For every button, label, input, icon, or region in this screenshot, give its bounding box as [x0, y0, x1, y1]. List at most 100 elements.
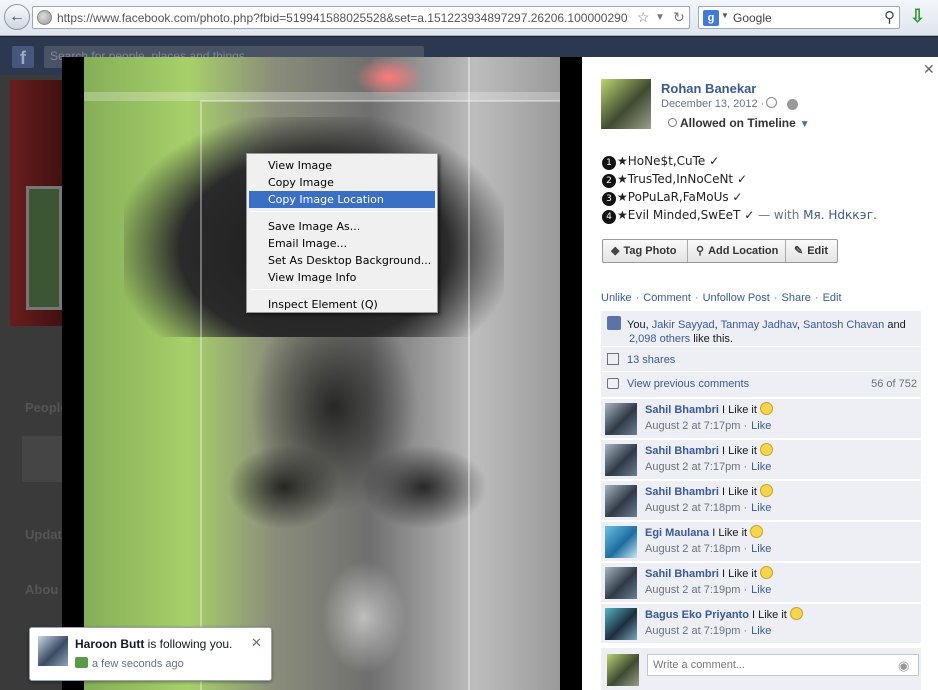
comment-item: Egi Maulana I Like it August 2 at 7:18pm… [601, 521, 921, 561]
search-bar[interactable]: g ▼ Google ⚲ [698, 6, 900, 29]
menu-item-copy-image[interactable]: Copy Image [249, 174, 435, 191]
unlike-link[interactable]: Unlike [601, 292, 632, 304]
add-location-button[interactable]: ⚲ Add Location [688, 240, 786, 262]
tag-icon: ◆ [611, 245, 620, 257]
comment-time[interactable]: August 2 at 7:17pm [645, 420, 740, 432]
comment-text: I Like it [712, 527, 748, 539]
smiley-icon [759, 566, 773, 579]
liker-link[interactable]: Tanmay Jadhav [721, 319, 797, 331]
smiley-icon [759, 402, 773, 415]
commenter-name[interactable]: Sahil Bhambri [645, 568, 719, 580]
commenter-avatar[interactable] [605, 403, 637, 435]
comment-time[interactable]: August 2 at 7:19pm [645, 584, 740, 596]
timeline-status[interactable]: Allowed on Timeline ▼ [668, 116, 810, 130]
notification-toast[interactable]: Haroon Butt is following you. a few seco… [29, 627, 272, 681]
likes-prefix: You, [627, 319, 652, 331]
commenter-avatar[interactable] [605, 526, 637, 558]
likes-and: and [884, 319, 906, 331]
view-previous-comments-link[interactable]: View previous comments [627, 378, 749, 390]
caption-line: 1 ★HoNe$t,CuTe ✓ [602, 154, 719, 170]
commenter-avatar[interactable] [605, 444, 637, 476]
menu-item-set-desktop-background[interactable]: Set As Desktop Background... [249, 252, 435, 269]
tagged-friend-link[interactable]: Мя. Нdкк϶г. [803, 208, 877, 222]
privacy-globe-icon[interactable] [787, 99, 798, 110]
number-badge-icon: 2 [602, 174, 616, 188]
author-name[interactable]: Rohan Banekar [661, 81, 756, 96]
menu-item-email-image[interactable]: Email Image... [249, 235, 435, 252]
search-icon[interactable]: ⚲ [884, 8, 895, 26]
comment-time[interactable]: August 2 at 7:18pm [645, 502, 740, 514]
search-engine-icon[interactable]: g [703, 10, 719, 26]
liker-link[interactable]: Santosh Chavan [803, 319, 884, 331]
comment-time[interactable]: August 2 at 7:17pm [645, 461, 740, 473]
commenter-avatar[interactable] [605, 608, 637, 640]
others-link[interactable]: 2,098 others [629, 333, 690, 345]
caption-text: ★TrusTed,InNoCeNt ✓ [617, 172, 747, 186]
commenter-name[interactable]: Sahil Bhambri [645, 486, 719, 498]
comment-link[interactable]: Comment [643, 292, 691, 304]
edit-link[interactable]: Edit [823, 292, 842, 304]
author-avatar[interactable] [601, 79, 651, 129]
caption-text: ★PoPuLaR,FaMoUs ✓ [617, 190, 743, 204]
unfollow-post-link[interactable]: Unfollow Post [703, 292, 770, 304]
comment-like-link[interactable]: Like [751, 461, 771, 473]
share-icon [607, 353, 619, 365]
commenter-name[interactable]: Sahil Bhambri [645, 445, 719, 457]
camera-icon[interactable]: ◉ [898, 658, 909, 674]
comment-like-link[interactable]: Like [751, 502, 771, 514]
comment-composer: Write a comment... ◉ [601, 648, 921, 690]
smiley-icon [789, 607, 803, 620]
history-dropdown-icon[interactable]: ▼ [655, 12, 665, 23]
post-date[interactable]: December 13, 2012 · [661, 98, 764, 110]
comment-text: I Like it [722, 568, 757, 580]
commenter-name[interactable]: Sahil Bhambri [645, 404, 719, 416]
comment-text: I Like it [722, 404, 757, 416]
reload-icon[interactable]: ↻ [673, 9, 685, 26]
globe-icon [37, 10, 52, 25]
comment-time[interactable]: August 2 at 7:18pm [645, 543, 740, 555]
commenter-name[interactable]: Egi Maulana [645, 527, 709, 539]
number-badge-icon: 1 [602, 156, 616, 170]
search-engine-dropdown-icon[interactable]: ▼ [721, 11, 729, 20]
shares-link[interactable]: 13 shares [627, 354, 675, 366]
likes-summary: You, Jakir Sayyad, Tanmay Jadhav, Santos… [601, 311, 921, 346]
chevron-down-icon[interactable]: ▼ [800, 119, 810, 130]
comment-input[interactable]: Write a comment... [647, 654, 919, 676]
photo-action-bar: ◆ Tag Photo ⚲ Add Location ✎ Edit [602, 239, 838, 263]
caption-text: ★Evil Minded,SwEeT ✓ [617, 208, 755, 222]
commenter-avatar[interactable] [605, 485, 637, 517]
close-icon[interactable]: ✕ [923, 61, 935, 78]
search-input[interactable]: Google [733, 11, 772, 25]
comment-like-link[interactable]: Like [751, 420, 771, 432]
notification-name: Haroon Butt [75, 637, 145, 651]
edit-button[interactable]: ✎ Edit [786, 240, 837, 262]
comment-text: I Like it [751, 609, 787, 621]
share-link[interactable]: Share [782, 292, 811, 304]
address-bar[interactable]: https://www.facebook.com/photo.php?fbid=… [32, 6, 690, 29]
back-button[interactable]: ← [4, 4, 30, 30]
commenter-name[interactable]: Bagus Eko Priyanto [645, 609, 749, 621]
menu-item-copy-image-location[interactable]: Copy Image Location [249, 191, 435, 208]
status-circle-icon [668, 118, 677, 127]
bookmark-star-icon[interactable]: ☆ [637, 9, 650, 26]
follow-icon [75, 657, 88, 668]
menu-item-view-image-info[interactable]: View Image Info [249, 269, 435, 286]
facebook-logo: f [12, 46, 34, 68]
close-icon[interactable]: ✕ [251, 635, 262, 651]
caption-line: 2 ★TrusTed,InNoCeNt ✓ [602, 172, 747, 188]
menu-item-inspect-element[interactable]: Inspect Element (Q) [249, 296, 435, 313]
context-menu: View Image Copy Image Copy Image Locatio… [246, 153, 438, 313]
comment-like-link[interactable]: Like [751, 625, 771, 637]
liker-link[interactable]: Jakir Sayyad [652, 319, 715, 331]
comment-time[interactable]: August 2 at 7:19pm [645, 625, 740, 637]
post-actions-row: Unlike · Comment · Unfollow Post · Share · Edit [601, 292, 842, 304]
tag-photo-button[interactable]: ◆ Tag Photo [603, 240, 688, 262]
comment-like-link[interactable]: Like [751, 584, 771, 596]
commenter-avatar[interactable] [605, 567, 637, 599]
download-icon[interactable]: ⇩ [910, 6, 925, 27]
menu-item-save-image[interactable]: Save Image As... [249, 218, 435, 235]
menu-item-view-image[interactable]: View Image [249, 157, 435, 174]
url-text[interactable]: https://www.facebook.com/photo.php?fbid=… [57, 11, 627, 25]
notification-avatar [38, 636, 68, 666]
comment-like-link[interactable]: Like [751, 543, 771, 555]
